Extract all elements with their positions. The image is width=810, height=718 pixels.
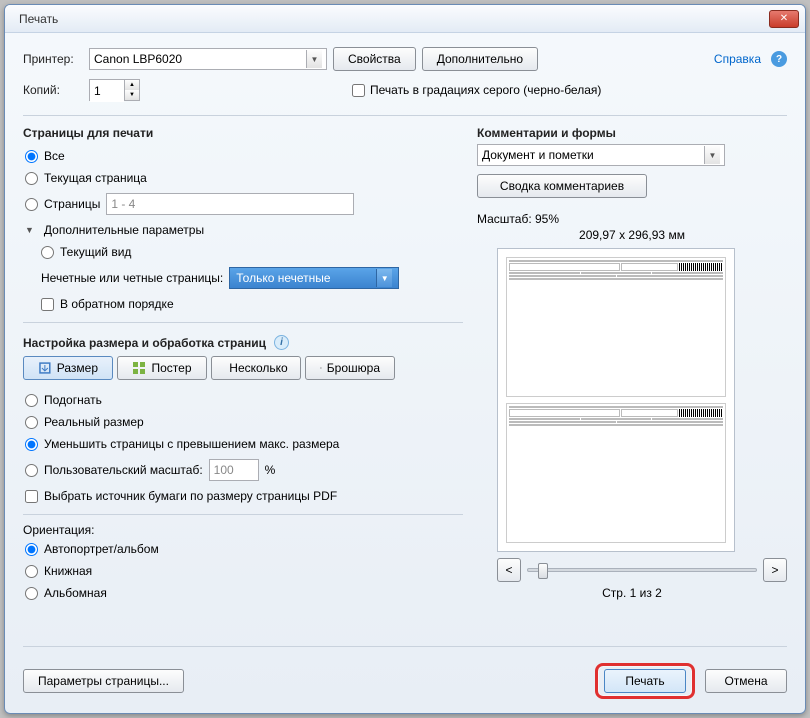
odd-even-label: Нечетные или четные страницы:	[41, 271, 223, 285]
orientation-landscape-label: Альбомная	[44, 586, 107, 600]
copies-input[interactable]	[90, 80, 124, 102]
info-icon[interactable]: i	[274, 335, 289, 350]
comments-select[interactable]: Документ и пометки ▼	[477, 144, 725, 166]
disclosure-icon[interactable]: ▼	[25, 225, 34, 235]
printer-select[interactable]: Canon LBP6020 ▼	[89, 48, 327, 70]
current-view-radio[interactable]	[41, 246, 54, 259]
orientation-title: Ориентация:	[23, 523, 463, 537]
spinner-up-icon[interactable]: ▲	[125, 80, 139, 90]
preview-slider[interactable]	[527, 568, 757, 572]
orientation-portrait-label: Книжная	[44, 564, 92, 578]
orientation-landscape-radio[interactable]	[25, 587, 38, 600]
pages-group-title: Страницы для печати	[23, 126, 463, 140]
orientation-auto-label: Автопортрет/альбом	[44, 542, 159, 556]
grayscale-label: Печать в градациях серого (черно-белая)	[370, 83, 601, 97]
help-icon[interactable]: ?	[771, 51, 787, 67]
actual-radio[interactable]	[25, 416, 38, 429]
window-title: Печать	[19, 12, 769, 26]
comments-summary-button[interactable]: Сводка комментариев	[477, 174, 647, 198]
odd-even-value: Только нечетные	[236, 271, 330, 285]
orientation-portrait-radio[interactable]	[25, 565, 38, 578]
current-view-label: Текущий вид	[60, 245, 131, 259]
chevron-down-icon: ▼	[376, 269, 392, 287]
preview-scale: Масштаб: 95%	[477, 212, 787, 226]
sizing-group-title: Настройка размера и обработка страниц	[23, 336, 266, 350]
comments-value: Документ и пометки	[482, 148, 594, 162]
custom-scale-input[interactable]	[209, 459, 259, 481]
pages-range-label: Страницы	[44, 197, 100, 211]
reverse-order-checkbox[interactable]	[41, 298, 54, 311]
paper-source-label: Выбрать источник бумаги по размеру стран…	[44, 489, 337, 503]
more-options-label: Дополнительные параметры	[44, 223, 204, 237]
percent-label: %	[265, 463, 276, 477]
copies-spinner[interactable]: ▲▼	[89, 79, 140, 101]
printer-label: Принтер:	[23, 52, 83, 66]
preview-document-1	[506, 257, 726, 397]
titlebar: Печать ✕	[5, 5, 805, 33]
pages-all-label: Все	[44, 149, 65, 163]
reverse-order-label: В обратном порядке	[60, 297, 174, 311]
chevron-down-icon: ▼	[704, 146, 720, 164]
booklet-button[interactable]: Брошюра	[305, 356, 395, 380]
print-dialog: Печать ✕ Принтер: Canon LBP6020 ▼ Свойст…	[4, 4, 806, 714]
size-button[interactable]: Размер	[23, 356, 113, 380]
slider-thumb[interactable]	[538, 563, 548, 579]
pages-current-radio[interactable]	[25, 172, 38, 185]
preview-document-2	[506, 403, 726, 543]
print-button-highlight: Печать	[595, 663, 695, 699]
comments-group-title: Комментарии и формы	[477, 126, 787, 140]
custom-scale-radio[interactable]	[25, 464, 38, 477]
shrink-radio[interactable]	[25, 438, 38, 451]
preview-next-button[interactable]: >	[763, 558, 787, 582]
page-setup-button[interactable]: Параметры страницы...	[23, 669, 184, 693]
multiple-button[interactable]: Несколько	[211, 356, 301, 380]
pages-range-input[interactable]	[106, 193, 354, 215]
printer-value: Canon LBP6020	[94, 52, 182, 66]
paper-source-checkbox[interactable]	[25, 490, 38, 503]
copies-label: Копий:	[23, 83, 83, 97]
pages-current-label: Текущая страница	[44, 171, 147, 185]
shrink-label: Уменьшить страницы с превышением макс. р…	[44, 437, 339, 451]
preview-panel	[497, 248, 735, 552]
properties-button[interactable]: Свойства	[333, 47, 416, 71]
close-button[interactable]: ✕	[769, 10, 799, 28]
preview-page-indicator: Стр. 1 из 2	[477, 586, 787, 600]
preview-dimensions: 209,97 x 296,93 мм	[477, 228, 787, 242]
odd-even-select[interactable]: Только нечетные ▼	[229, 267, 399, 289]
print-button[interactable]: Печать	[604, 669, 686, 693]
fit-label: Подогнать	[44, 393, 102, 407]
help-link[interactable]: Справка	[714, 52, 761, 66]
advanced-button[interactable]: Дополнительно	[422, 47, 538, 71]
cancel-button[interactable]: Отмена	[705, 669, 787, 693]
preview-prev-button[interactable]: <	[497, 558, 521, 582]
spinner-down-icon[interactable]: ▼	[125, 90, 139, 100]
grayscale-checkbox[interactable]	[352, 84, 365, 97]
custom-scale-label: Пользовательский масштаб:	[44, 463, 203, 477]
chevron-down-icon: ▼	[306, 50, 322, 68]
fit-radio[interactable]	[25, 394, 38, 407]
pages-range-radio[interactable]	[25, 198, 38, 211]
poster-button[interactable]: Постер	[117, 356, 207, 380]
orientation-auto-radio[interactable]	[25, 543, 38, 556]
pages-all-radio[interactable]	[25, 150, 38, 163]
actual-label: Реальный размер	[44, 415, 144, 429]
